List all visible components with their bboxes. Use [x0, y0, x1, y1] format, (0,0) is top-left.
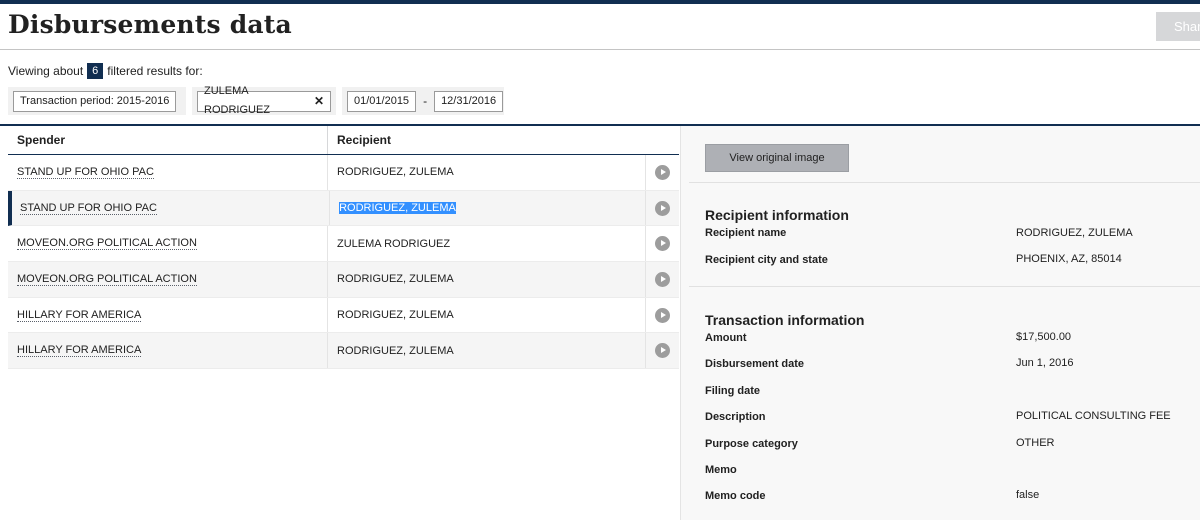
memo-code-label: Memo code: [705, 490, 766, 502]
row-action-cell: [646, 155, 679, 190]
recipient-cell: RODRIGUEZ, ZULEMA: [330, 190, 647, 226]
recipient-cell: ZULEMA RODRIGUEZ: [328, 226, 646, 262]
memo-label: Memo: [705, 464, 737, 476]
transaction-info-heading: Transaction information: [705, 312, 865, 328]
panel-divider: [689, 286, 1200, 287]
filter-date-from[interactable]: 01/01/2015: [347, 90, 417, 112]
results-count-badge: 6: [87, 63, 104, 79]
purpose-category-label: Purpose category: [705, 438, 798, 450]
filing-date-label: Filing date: [705, 385, 760, 397]
spender-cell: STAND UP FOR OHIO PAC: [12, 190, 331, 226]
column-header-spender[interactable]: Spender: [8, 126, 328, 154]
date-separator: -: [423, 94, 428, 108]
spender-link[interactable]: MOVEON.ORG POLITICAL ACTION: [17, 237, 197, 251]
table-row[interactable]: MOVEON.ORG POLITICAL ACTION ZULEMA RODRI…: [8, 226, 679, 263]
remove-filter-icon[interactable]: ✕: [314, 95, 324, 107]
results-suffix: filtered results for:: [107, 64, 203, 78]
spender-link[interactable]: HILLARY FOR AMERICA: [17, 344, 142, 358]
spender-cell: HILLARY FOR AMERICA: [8, 333, 328, 369]
recipient-location-label: Recipient city and state: [705, 254, 828, 266]
play-icon[interactable]: [655, 236, 670, 252]
detail-panel: View original image Recipient informatio…: [680, 126, 1200, 520]
spender-link[interactable]: STAND UP FOR OHIO PAC: [20, 202, 157, 215]
recipient-cell: RODRIGUEZ, ZULEMA: [328, 333, 646, 369]
table-row[interactable]: STAND UP FOR OHIO PAC RODRIGUEZ, ZULEMA: [8, 155, 679, 191]
recipient-info-heading: Recipient information: [705, 207, 849, 223]
spender-cell: MOVEON.ORG POLITICAL ACTION: [8, 226, 328, 262]
filter-recipient-group: ZULEMA RODRIGUEZ ✕: [192, 85, 336, 116]
page-title: Disbursements data: [8, 10, 292, 39]
table-row[interactable]: HILLARY FOR AMERICA RODRIGUEZ, ZULEMA: [8, 333, 679, 370]
recipient-name-label: Recipient name: [705, 227, 787, 239]
filter-tag-recipient-label: ZULEMA RODRIGUEZ: [204, 85, 270, 116]
play-icon[interactable]: [655, 271, 670, 287]
description-label: Description: [705, 411, 766, 423]
memo-code-value: false: [1016, 489, 1040, 501]
row-action-cell: [646, 191, 679, 226]
recipient-location-value: PHOENIX, AZ, 85014: [1016, 253, 1122, 265]
amount-label: Amount: [705, 332, 747, 344]
play-icon[interactable]: [655, 200, 671, 216]
recipient-cell: RODRIGUEZ, ZULEMA: [328, 297, 646, 333]
filter-tag-recipient[interactable]: ZULEMA RODRIGUEZ ✕: [197, 85, 331, 116]
table-row[interactable]: MOVEON.ORG POLITICAL ACTION RODRIGUEZ, Z…: [8, 262, 679, 298]
purpose-category-value: OTHER: [1016, 437, 1055, 449]
row-action-cell: [646, 298, 679, 333]
disbursements-table: Spender Recipient STAND UP FOR OHIO PAC …: [8, 126, 679, 370]
spender-cell: MOVEON.ORG POLITICAL ACTION: [8, 262, 328, 297]
filter-period-group: Transaction period: 2015-2016: [8, 87, 186, 115]
results-summary: Viewing about 6 filtered results for:: [8, 63, 203, 79]
recipient-name-value: RODRIGUEZ, ZULEMA: [1016, 227, 1133, 239]
view-original-image-button[interactable]: View original image: [705, 144, 849, 172]
filter-tag-period[interactable]: Transaction period: 2015-2016: [13, 90, 177, 112]
play-icon[interactable]: [655, 343, 670, 359]
amount-value: $17,500.00: [1016, 331, 1072, 343]
title-divider: [0, 49, 1200, 50]
filter-tag-period-label: Transaction period: 2015-2016: [20, 94, 170, 107]
spender-link[interactable]: HILLARY FOR AMERICA: [17, 309, 142, 322]
recipient-cell: RODRIGUEZ, ZULEMA: [328, 155, 646, 190]
selected-text: RODRIGUEZ, ZULEMA: [339, 202, 456, 215]
description-value: POLITICAL CONSULTING FEE: [1016, 410, 1171, 422]
recipient-cell: RODRIGUEZ, ZULEMA: [328, 262, 646, 297]
row-action-cell: [646, 226, 679, 261]
disbursement-date-label: Disbursement date: [705, 358, 805, 370]
disbursement-date-value: Jun 1, 2016: [1016, 357, 1074, 369]
column-header-recipient[interactable]: Recipient: [328, 126, 679, 154]
spender-link[interactable]: MOVEON.ORG POLITICAL ACTION: [17, 273, 197, 286]
share-button[interactable]: Shar: [1156, 12, 1200, 41]
spender-cell: STAND UP FOR OHIO PAC: [8, 155, 328, 190]
spender-link[interactable]: STAND UP FOR OHIO PAC: [17, 166, 154, 179]
filter-date-group: 01/01/2015 - 12/31/2016: [342, 87, 504, 115]
top-border: [0, 0, 1200, 4]
row-action-cell: [646, 333, 679, 368]
filter-date-to[interactable]: 12/31/2016: [434, 90, 504, 112]
panel-divider: [689, 182, 1200, 183]
play-icon[interactable]: [655, 164, 670, 180]
table-row[interactable]: HILLARY FOR AMERICA RODRIGUEZ, ZULEMA: [8, 297, 679, 334]
play-icon[interactable]: [655, 307, 670, 323]
table-header: Spender Recipient: [8, 126, 679, 155]
results-prefix: Viewing about: [8, 64, 84, 78]
table-row-selected[interactable]: STAND UP FOR OHIO PAC RODRIGUEZ, ZULEMA: [8, 190, 679, 227]
spender-cell: HILLARY FOR AMERICA: [8, 297, 328, 333]
row-action-cell: [646, 262, 679, 297]
